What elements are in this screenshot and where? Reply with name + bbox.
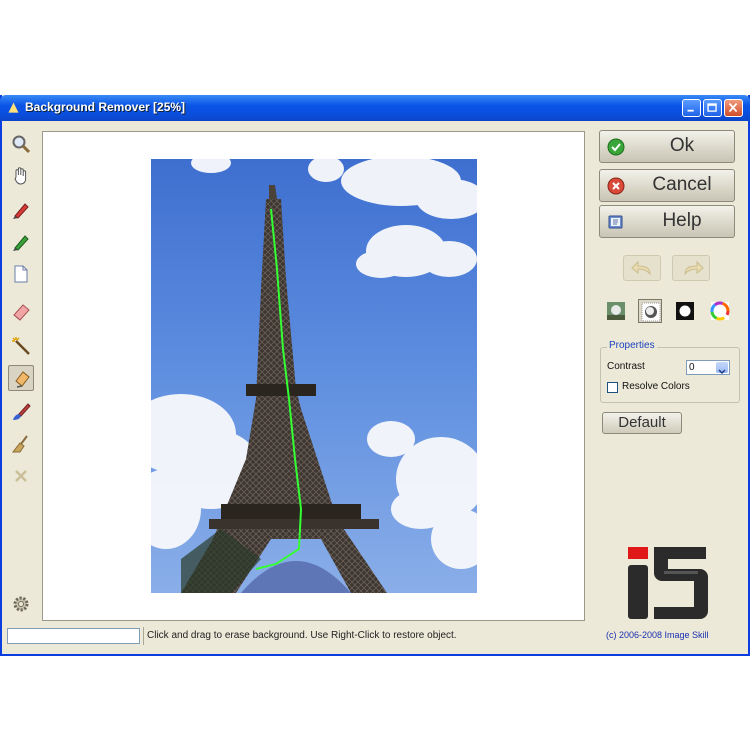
- ok-label: Ok: [669, 135, 695, 156]
- eiffel-tower-photo: [151, 159, 477, 593]
- cancel-button[interactable]: Cancel: [599, 169, 735, 202]
- broom-icon: [11, 435, 28, 453]
- clear-tool[interactable]: [8, 463, 34, 489]
- undo-button[interactable]: [623, 255, 661, 281]
- window-title: Background Remover [25%]: [25, 100, 186, 114]
- hand-icon: [14, 167, 27, 185]
- background-eraser-icon: [15, 371, 30, 388]
- zoom-tool[interactable]: [8, 131, 34, 157]
- minimize-icon: [687, 109, 694, 112]
- cancel-icon: [607, 177, 625, 195]
- broom-tool[interactable]: [8, 431, 34, 457]
- mask-view-button[interactable]: [673, 299, 697, 323]
- resolve-colors-checkbox[interactable]: [607, 382, 618, 393]
- gear-icon: [13, 596, 29, 612]
- properties-group: Properties Contrast 0 Resolve Colors: [600, 340, 740, 403]
- green-marker-icon: [13, 235, 29, 251]
- eraser-tool[interactable]: [8, 299, 34, 325]
- magic-wand-icon: [12, 337, 30, 355]
- status-field: [7, 628, 140, 644]
- eraser-icon: [13, 304, 30, 321]
- undo-icon: [631, 260, 651, 276]
- title-bar[interactable]: ▲ Background Remover [25%]: [0, 95, 750, 121]
- properties-title: Properties: [607, 340, 657, 351]
- redo-icon: [684, 260, 704, 276]
- default-button[interactable]: Default: [602, 412, 682, 434]
- ok-button[interactable]: Ok: [599, 130, 735, 163]
- restore-brush-icon: [13, 403, 31, 420]
- new-page-tool[interactable]: [8, 261, 34, 287]
- original-view-icon: [607, 302, 625, 320]
- minimize-button[interactable]: [682, 99, 701, 117]
- help-book-icon: [608, 215, 623, 229]
- color-view-button[interactable]: [708, 299, 732, 323]
- cancel-label: Cancel: [652, 174, 712, 195]
- copyright-text: (c) 2006-2008 Image Skill: [606, 630, 709, 640]
- x-icon: [15, 470, 27, 482]
- contrast-dropdown[interactable]: 0: [686, 360, 730, 375]
- redo-button[interactable]: [672, 255, 710, 281]
- mask-view-icon: [676, 302, 694, 320]
- image-skill-logo: [628, 547, 708, 619]
- app-window: ▲ Background Remover [25%] Click and dra…: [0, 95, 750, 656]
- chevron-down-icon[interactable]: [716, 362, 728, 375]
- magnifier-icon: [12, 135, 31, 154]
- resolve-colors-label[interactable]: Resolve Colors: [622, 381, 690, 392]
- restore-brush-tool[interactable]: [8, 399, 34, 425]
- red-marker-icon: [13, 203, 29, 219]
- check-icon: [607, 138, 625, 156]
- red-marker-tool[interactable]: [8, 197, 34, 223]
- pan-tool[interactable]: [8, 163, 34, 189]
- help-label: Help: [662, 210, 702, 231]
- settings-tool[interactable]: [8, 591, 34, 617]
- app-icon: ▲: [8, 100, 19, 115]
- transparency-view-icon: [641, 302, 661, 322]
- blank-page-icon: [14, 265, 28, 283]
- magic-wand-tool[interactable]: [8, 333, 34, 359]
- color-view-icon: [710, 301, 730, 321]
- photo[interactable]: [151, 159, 477, 593]
- green-marker-tool[interactable]: [8, 229, 34, 255]
- contrast-value: 0: [689, 362, 695, 373]
- maximize-button[interactable]: [703, 99, 722, 117]
- help-button[interactable]: Help: [599, 205, 735, 238]
- close-icon: [728, 102, 738, 113]
- status-message: Click and drag to erase background. Use …: [147, 630, 457, 641]
- contrast-label: Contrast: [607, 361, 645, 372]
- status-divider: [143, 627, 144, 645]
- tool-palette: [2, 125, 40, 625]
- original-view-button[interactable]: [604, 299, 628, 323]
- image-canvas[interactable]: [42, 131, 585, 621]
- close-button[interactable]: [724, 99, 743, 117]
- transparency-view-button[interactable]: [638, 299, 662, 323]
- maximize-icon: [707, 103, 717, 112]
- background-eraser-tool[interactable]: [8, 365, 34, 391]
